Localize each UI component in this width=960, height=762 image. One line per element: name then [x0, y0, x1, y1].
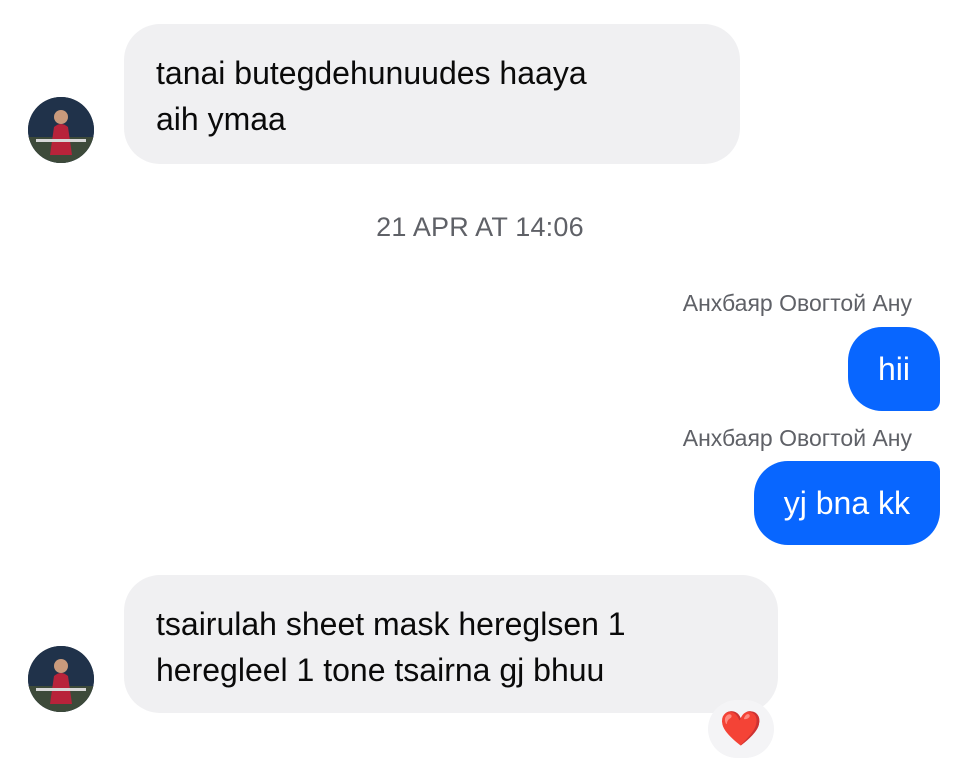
message-text: hii	[877, 351, 910, 387]
message-text-line: heregleel 1 tone tsairna gj bhuu	[156, 652, 605, 688]
chat-thread: tanai butegdehunuudes haaya aih ymaa 21 …	[0, 0, 960, 762]
heart-reaction-icon[interactable]: ❤️	[708, 700, 774, 758]
incoming-message-bubble[interactable]: tsairulah sheet mask hereglsen 1 heregle…	[124, 575, 778, 713]
avatar-photo-icon	[28, 97, 94, 163]
sender-name: Анхбаяр Овогтой Ану	[682, 425, 912, 451]
avatar-photo-icon	[28, 646, 94, 712]
outgoing-message-bubble[interactable]: yj bna kk	[753, 461, 940, 545]
outgoing-message-bubble[interactable]: hii	[847, 327, 940, 411]
message-timestamp: 21 APR AT 14:06	[376, 212, 584, 242]
contact-avatar[interactable]	[28, 97, 94, 163]
incoming-message-bubble[interactable]: tanai butegdehunuudes haaya aih ymaa	[124, 24, 740, 164]
message-text-line: tsairulah sheet mask hereglsen 1	[156, 606, 626, 642]
message-text: yj bna kk	[783, 485, 910, 521]
message-text-line: tanai butegdehunuudes haaya	[156, 55, 587, 91]
sender-name: Анхбаяр Овогтой Ану	[682, 290, 912, 316]
reaction-emoji: ❤️	[719, 710, 763, 748]
contact-avatar[interactable]	[28, 646, 94, 712]
message-text-line: aih ymaa	[156, 101, 286, 137]
